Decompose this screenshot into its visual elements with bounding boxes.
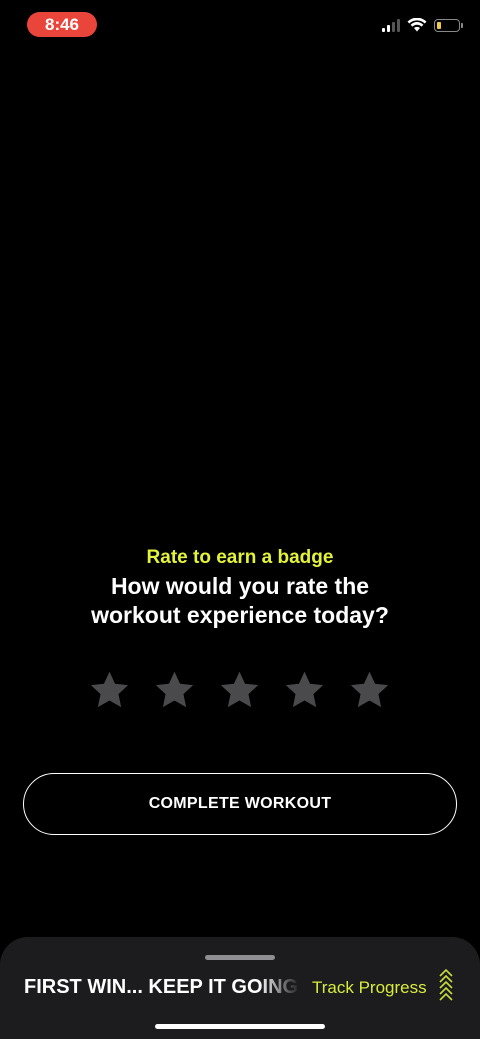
track-progress-link[interactable]: Track Progress	[312, 978, 427, 998]
badge-prompt: Rate to earn a badge	[146, 547, 334, 568]
star-icon[interactable]	[88, 669, 131, 712]
star-icon[interactable]	[218, 669, 261, 712]
star-icon[interactable]	[153, 669, 196, 712]
home-indicator	[155, 1024, 325, 1029]
drag-handle[interactable]	[205, 955, 275, 960]
star-icon[interactable]	[348, 669, 391, 712]
wifi-icon	[407, 18, 427, 32]
star-rating	[88, 669, 391, 712]
triple-chevron-up-icon[interactable]	[438, 967, 454, 1003]
rating-prompt: Rate to earn a badge How would you rate …	[0, 544, 480, 630]
complete-workout-button[interactable]: COMPLETE WORKOUT	[23, 773, 457, 835]
status-time: 8:46	[27, 12, 97, 37]
battery-low-icon	[434, 18, 463, 32]
progress-bottom-sheet[interactable]: FIRST WIN... KEEP IT GOING Track Progres…	[0, 937, 480, 1039]
sheet-headline: FIRST WIN... KEEP IT GOING	[24, 976, 299, 998]
rating-question: How would you rate the workout experienc…	[91, 573, 389, 628]
cellular-signal-icon	[382, 18, 400, 32]
status-bar: 8:46	[0, 0, 480, 50]
status-icons	[382, 18, 463, 32]
star-icon[interactable]	[283, 669, 326, 712]
